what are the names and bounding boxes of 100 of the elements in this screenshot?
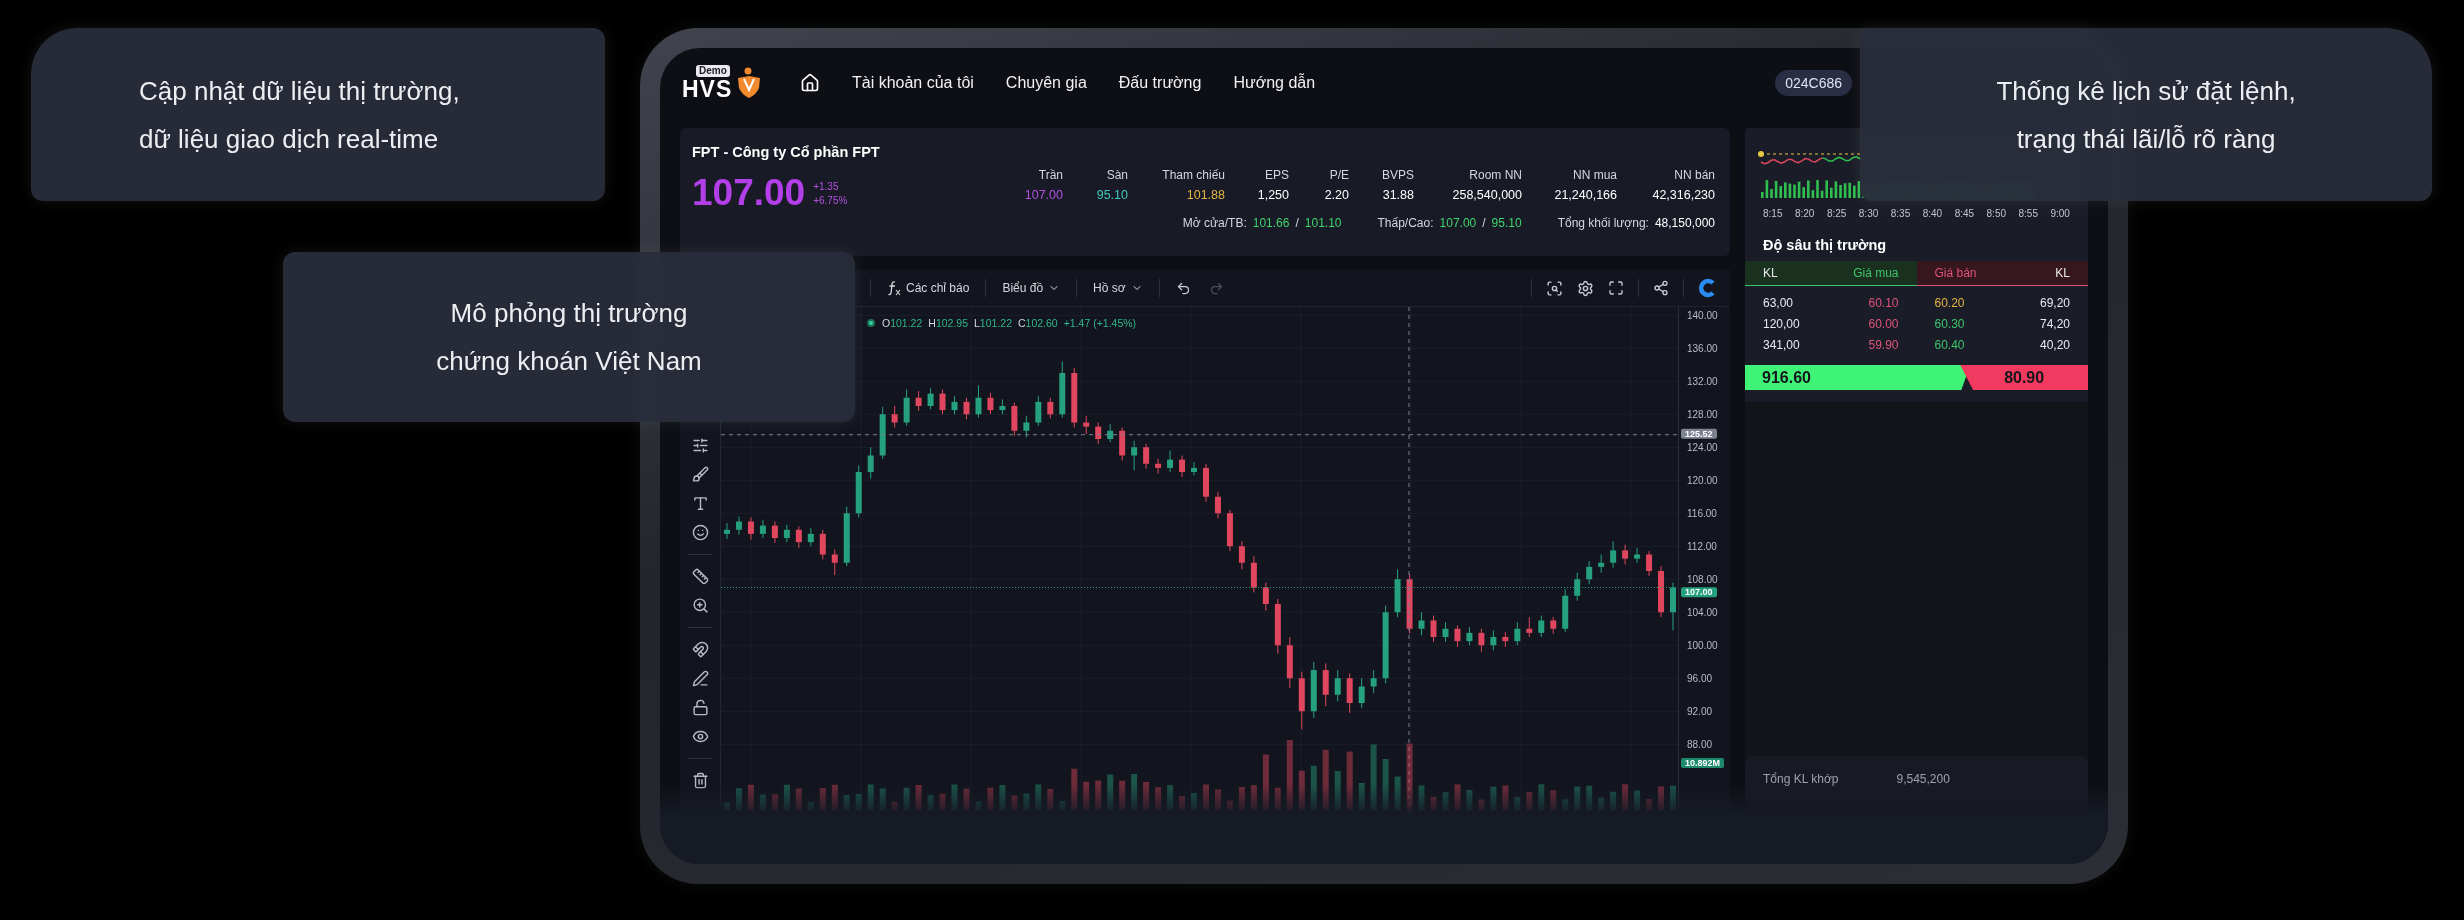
- stat-value: 107.00: [1023, 188, 1063, 202]
- dropdown-button[interactable]: Biểu đồ: [1000, 279, 1063, 297]
- logo-text: HVS: [682, 77, 733, 101]
- sell-total-bar: 80.90: [1960, 365, 2088, 390]
- dropdown-button[interactable]: Hồ sơ: [1091, 279, 1145, 297]
- candle: [1370, 669, 1377, 694]
- pencil-icon[interactable]: [691, 670, 709, 687]
- candle: [1167, 450, 1174, 473]
- nav-link[interactable]: Tài khoản của tôi: [852, 74, 974, 92]
- price-axis-label: 92.00: [1687, 705, 1713, 718]
- time-label: 8:15: [1763, 208, 1783, 219]
- home-icon[interactable]: [800, 73, 820, 93]
- candle: [1574, 572, 1581, 602]
- candle: [927, 387, 934, 410]
- stat-label: Trần: [1037, 168, 1063, 182]
- zoom-in-icon[interactable]: [691, 597, 709, 614]
- text-tool-icon[interactable]: [691, 495, 709, 512]
- nav-link[interactable]: Chuyên gia: [1005, 74, 1087, 92]
- candle: [1598, 554, 1605, 574]
- table-cell: 120,00: [1763, 316, 1800, 331]
- price-axis-label: 112.00: [1687, 540, 1717, 553]
- slash-separator: /: [1482, 216, 1486, 230]
- candle: [1214, 491, 1221, 519]
- candle: [1119, 426, 1126, 461]
- section-title: Độ sâu thị trường: [1762, 236, 1888, 255]
- time-label: 8:25: [1826, 208, 1847, 219]
- price-axis-label: 132.00: [1687, 375, 1718, 388]
- legend-value: 101.22: [890, 317, 923, 329]
- column-header: KL: [2055, 266, 2070, 280]
- legend-key: C: [1018, 317, 1026, 329]
- nav-link[interactable]: Hướng dẫn: [1233, 74, 1316, 92]
- candle: [963, 397, 970, 420]
- legend-key: H: [928, 317, 936, 329]
- candle: [1538, 615, 1545, 638]
- candle: [747, 516, 754, 541]
- fullscreen-icon[interactable]: [1608, 280, 1624, 296]
- brush-icon[interactable]: [691, 466, 709, 483]
- logo-badge: Demo: [696, 65, 730, 77]
- table-cell: 60.40: [1934, 337, 1965, 352]
- stat-label: Room NN: [1468, 168, 1522, 182]
- function-icon: [887, 280, 901, 296]
- trash-icon[interactable]: [691, 772, 709, 789]
- search-icon[interactable]: [1546, 279, 1563, 297]
- candle: [819, 529, 826, 560]
- time-label: 9:00: [2050, 208, 2070, 219]
- smiley-icon[interactable]: [691, 524, 709, 541]
- summary-label: Thấp/Cao:: [1377, 216, 1434, 230]
- candle: [783, 524, 790, 543]
- candle: [1083, 415, 1090, 435]
- candle: [1646, 550, 1653, 577]
- candle: [1466, 626, 1473, 646]
- callout-text: dữ liệu giao dịch real-time: [139, 122, 439, 156]
- callout-text: chứng khoán Việt Nam: [436, 345, 702, 378]
- summary-label: Tổng khối lượng:: [1557, 216, 1649, 230]
- candle: [1346, 672, 1353, 714]
- candle: [795, 525, 802, 549]
- stat-value: 258,540,000: [1451, 188, 1522, 202]
- callout-text: Cập nhật dữ liệu thị trường,: [139, 74, 460, 108]
- settings-icon[interactable]: [1577, 279, 1594, 297]
- price-axis-label: 104.00: [1687, 606, 1718, 619]
- match-label: Tổng KL khớp: [1763, 772, 1839, 786]
- candle: [735, 516, 742, 536]
- price-axis-label: 124.00: [1687, 441, 1718, 454]
- stat-label: EPS: [1264, 168, 1289, 182]
- legend-value: 102.60: [1025, 317, 1058, 329]
- candle: [1334, 669, 1341, 702]
- nav-link[interactable]: Đấu trường: [1118, 74, 1202, 92]
- callout-text: Thống kê lịch sử đặt lệnh,: [1996, 74, 2296, 108]
- candle: [1071, 367, 1078, 428]
- summary-value: 107.00: [1439, 216, 1477, 230]
- price-change-percent: +6.75%: [813, 194, 848, 206]
- candle: [1035, 395, 1042, 427]
- time-label: 8:45: [1954, 208, 1975, 219]
- candle: [939, 389, 946, 415]
- candle: [831, 549, 838, 576]
- unlock-icon[interactable]: [691, 699, 709, 716]
- account-pill[interactable]: 024C686: [1775, 70, 1852, 96]
- eye-icon[interactable]: [691, 728, 709, 745]
- stat-label: Tham chiếu: [1161, 168, 1225, 182]
- table-cell: 60.20: [1934, 295, 1965, 310]
- indicators-button[interactable]: Các chỉ báo: [885, 278, 972, 298]
- candle: [1550, 616, 1557, 635]
- candle: [1322, 662, 1329, 707]
- candle: [724, 522, 730, 540]
- price-axis-label: 108.00: [1687, 573, 1718, 586]
- candle: [807, 527, 814, 547]
- candle: [867, 446, 874, 480]
- legend-value: 102.95: [935, 317, 968, 329]
- candle: [1286, 636, 1293, 689]
- candle: [891, 405, 898, 428]
- ruler-icon[interactable]: [691, 568, 709, 585]
- candle: [1143, 443, 1150, 470]
- sliders-icon[interactable]: [691, 437, 709, 454]
- table-cell: 60.00: [1868, 316, 1899, 331]
- candle: [1131, 440, 1138, 471]
- share-icon[interactable]: [1653, 280, 1669, 296]
- magnet-icon[interactable]: [691, 641, 709, 658]
- time-label: 8:40: [1922, 208, 1943, 219]
- candle: [1406, 573, 1413, 635]
- candle: [1011, 402, 1018, 437]
